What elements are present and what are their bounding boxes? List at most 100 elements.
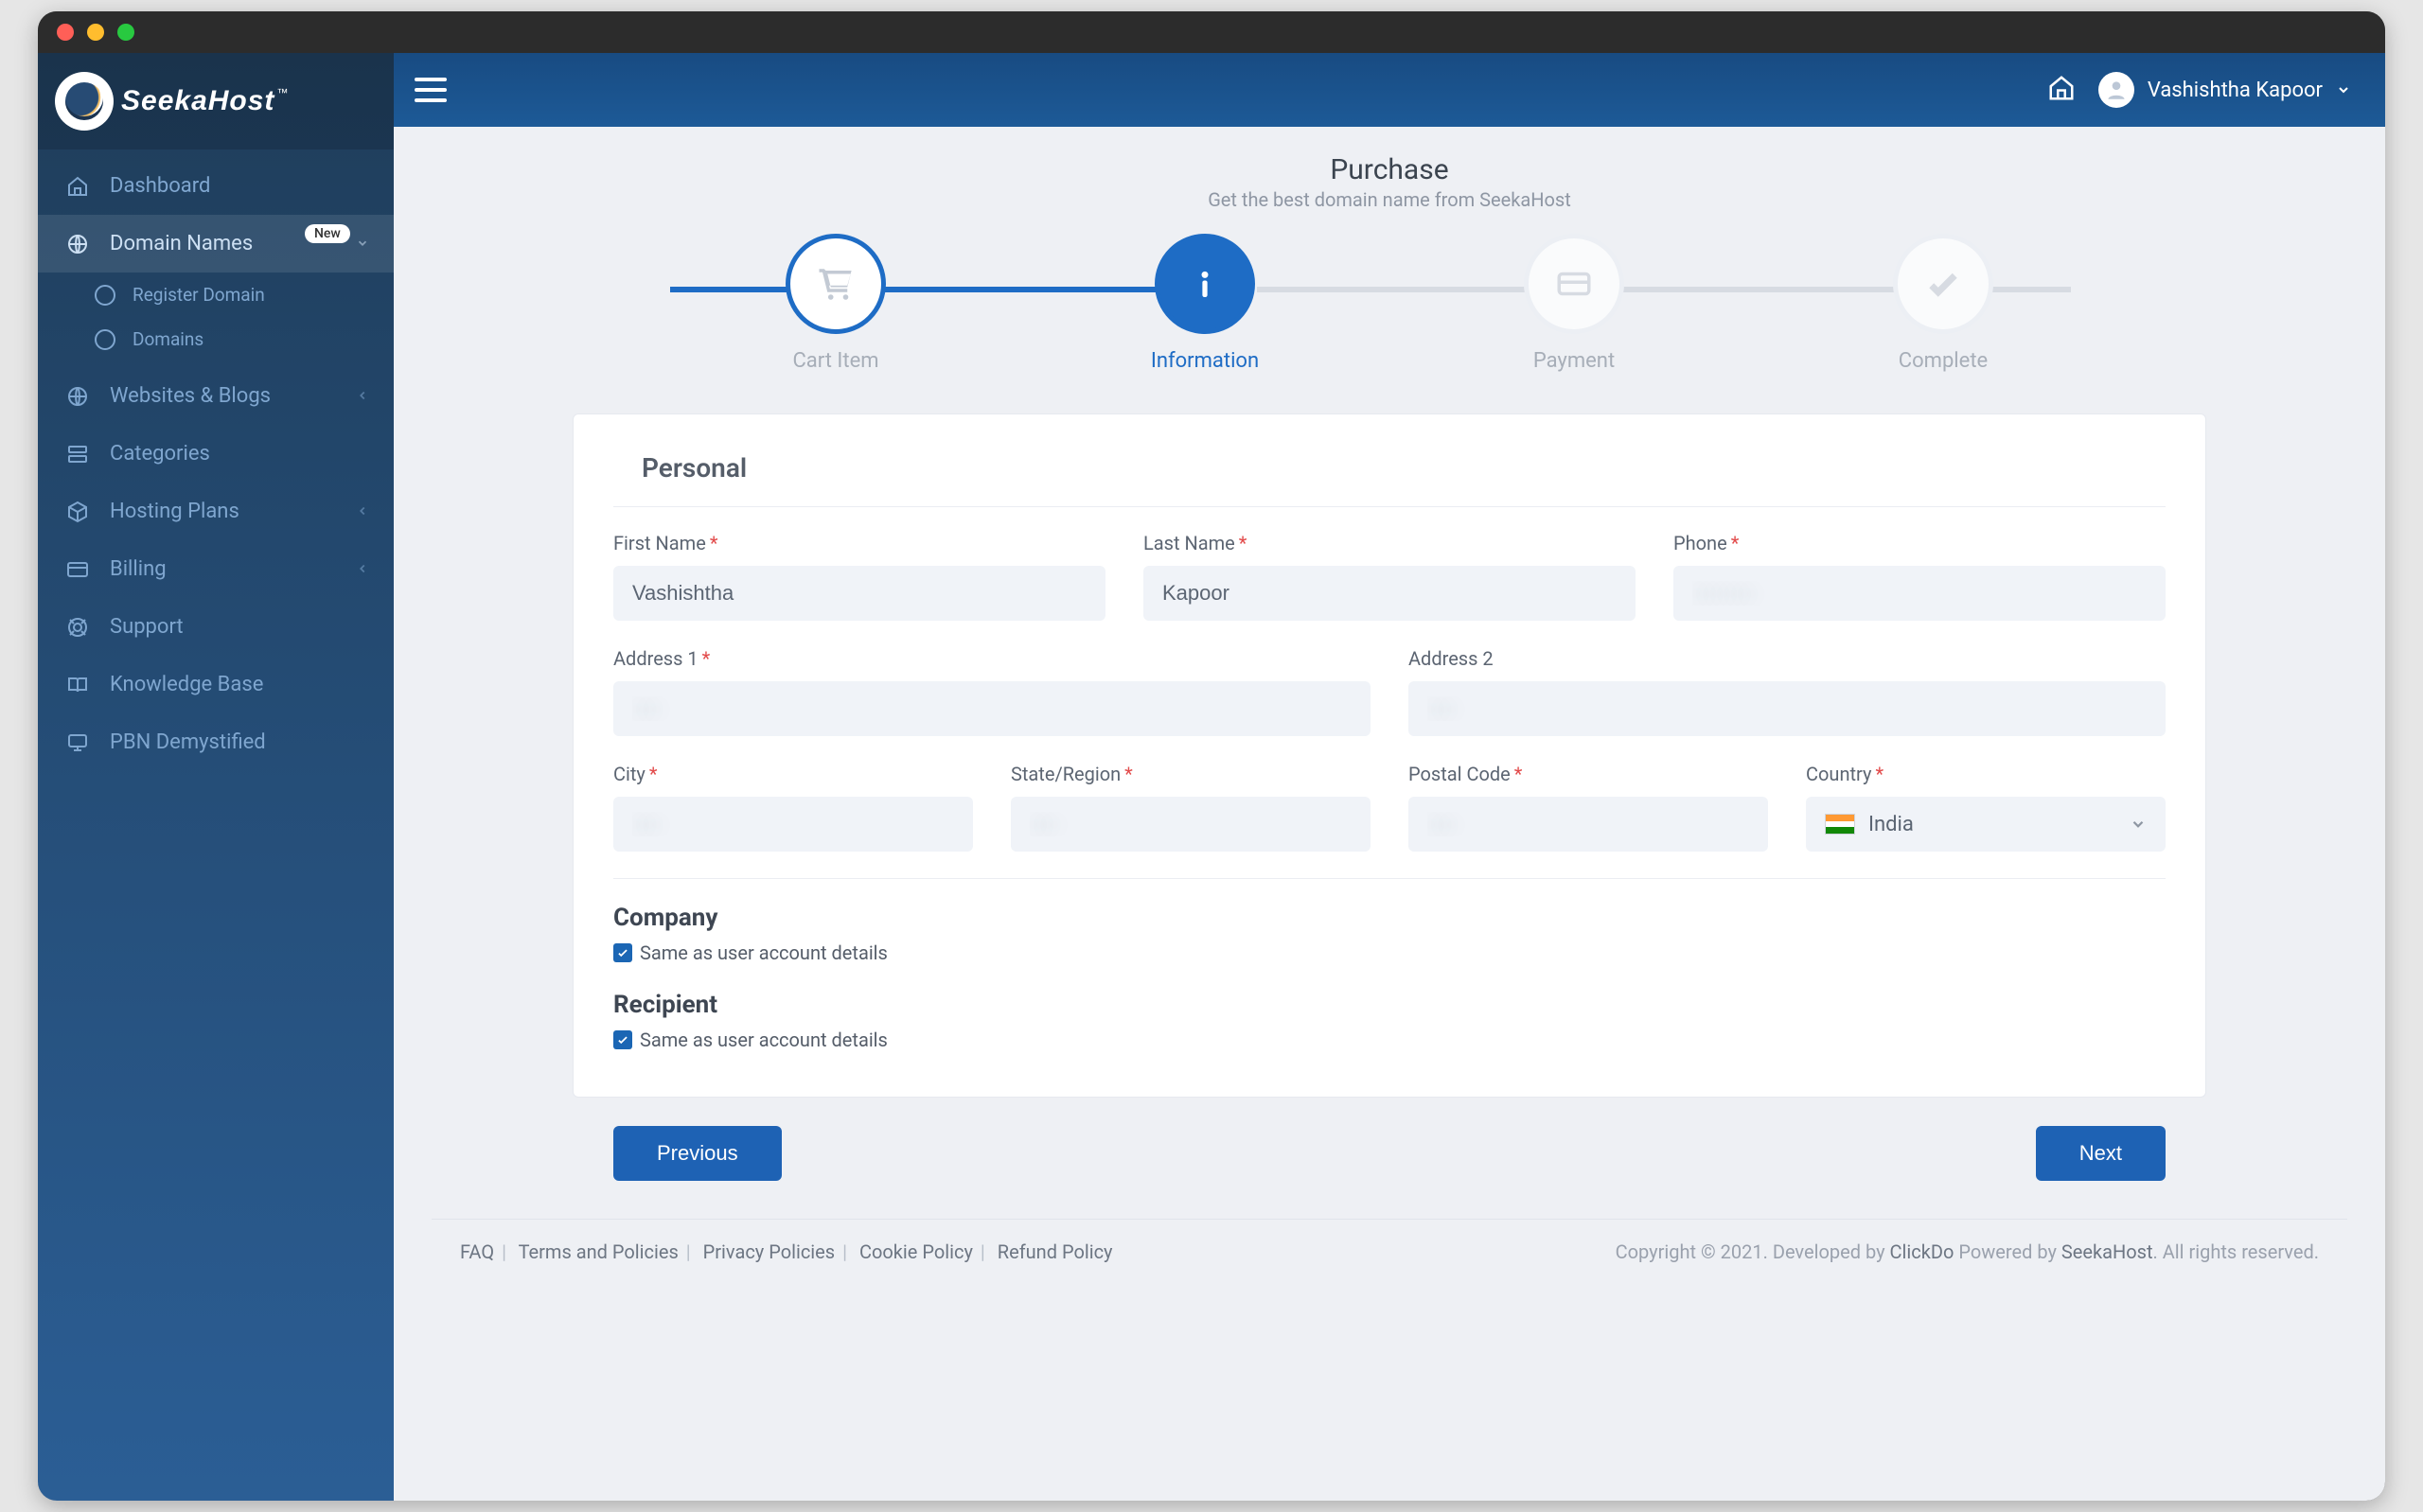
step-label: Payment bbox=[1533, 349, 1615, 373]
bullet-icon bbox=[95, 285, 115, 306]
sidebar-item-label: Domain Names bbox=[110, 232, 253, 255]
phone-input[interactable] bbox=[1673, 566, 2166, 621]
checkbox-checked-icon bbox=[613, 1030, 632, 1049]
next-button[interactable]: Next bbox=[2036, 1126, 2166, 1181]
sidebar-item-dashboard[interactable]: Dashboard bbox=[38, 157, 394, 215]
first-name-input[interactable] bbox=[613, 566, 1105, 621]
card-icon bbox=[66, 558, 89, 581]
field-first-name: First Name* bbox=[613, 532, 1105, 621]
postal-label: Postal Code* bbox=[1408, 763, 1768, 785]
window-close-icon[interactable] bbox=[57, 24, 74, 41]
step-label: Information bbox=[1151, 349, 1259, 373]
country-value: India bbox=[1868, 813, 1914, 836]
sidebar-subgroup-domain: Register Domain Domains bbox=[38, 273, 394, 367]
city-input[interactable] bbox=[613, 797, 973, 852]
list-icon bbox=[66, 443, 89, 466]
sidebar-item-label: Billing bbox=[110, 557, 167, 581]
globe-icon bbox=[66, 385, 89, 408]
divider bbox=[613, 506, 2166, 507]
step-payment[interactable]: Payment bbox=[1389, 234, 1759, 373]
address1-input[interactable] bbox=[613, 681, 1371, 736]
chevron-left-icon bbox=[356, 557, 369, 581]
phone-label: Phone* bbox=[1673, 532, 2166, 554]
window-minimize-icon[interactable] bbox=[87, 24, 104, 41]
country-select[interactable]: India bbox=[1806, 797, 2166, 852]
city-label: City* bbox=[613, 763, 973, 785]
sidebar-nav: Dashboard Domain Names New Register D bbox=[38, 149, 394, 771]
sidebar-item-billing[interactable]: Billing bbox=[38, 540, 394, 598]
sidebar-item-label: Dashboard bbox=[110, 174, 210, 198]
checkbox-checked-icon bbox=[613, 943, 632, 962]
sidebar-item-label: Knowledge Base bbox=[110, 673, 263, 696]
sidebar-item-websites-blogs[interactable]: Websites & Blogs bbox=[38, 367, 394, 425]
brand[interactable]: SeekaHost™ bbox=[38, 53, 394, 149]
footer-link-refund[interactable]: Refund Policy bbox=[998, 1240, 1113, 1263]
section-company-title: Company bbox=[613, 904, 2166, 932]
footer-link-privacy[interactable]: Privacy Policies bbox=[703, 1240, 835, 1263]
field-country: Country* India bbox=[1806, 763, 2166, 852]
window-zoom-icon[interactable] bbox=[117, 24, 134, 41]
sidebar-item-knowledge-base[interactable]: Knowledge Base bbox=[38, 656, 394, 713]
hamburger-toggle[interactable] bbox=[415, 78, 447, 102]
chevron-left-icon bbox=[356, 500, 369, 523]
address2-input[interactable] bbox=[1408, 681, 2166, 736]
sidebar-sub-register-domain[interactable]: Register Domain bbox=[38, 273, 394, 317]
company-same-label: Same as user account details bbox=[640, 941, 888, 964]
card-icon bbox=[1524, 234, 1624, 334]
last-name-label: Last Name* bbox=[1143, 532, 1636, 554]
step-complete[interactable]: Complete bbox=[1759, 234, 2128, 373]
field-state: State/Region* bbox=[1011, 763, 1371, 852]
box-icon bbox=[66, 501, 89, 523]
brand-name: SeekaHost™ bbox=[121, 87, 289, 115]
main: Vashishtha Kapoor Purchase Get the best … bbox=[394, 53, 2385, 1501]
page-title: Purchase bbox=[432, 153, 2347, 186]
postal-input[interactable] bbox=[1408, 797, 1768, 852]
state-label: State/Region* bbox=[1011, 763, 1371, 785]
footer-links: FAQ| Terms and Policies| Privacy Policie… bbox=[460, 1240, 1113, 1263]
sidebar-item-support[interactable]: Support bbox=[38, 598, 394, 656]
first-name-label: First Name* bbox=[613, 532, 1105, 554]
sidebar-item-domain-names[interactable]: Domain Names New bbox=[38, 215, 394, 273]
sidebar-item-pbn-demystified[interactable]: PBN Demystified bbox=[38, 713, 394, 771]
app-window: SeekaHost™ Dashboard Domain Names New bbox=[38, 11, 2385, 1501]
company-same-checkbox-row[interactable]: Same as user account details bbox=[613, 941, 2166, 964]
sidebar-sub-label: Domains bbox=[133, 328, 203, 350]
section-recipient-title: Recipient bbox=[613, 991, 2166, 1019]
step-cart-item[interactable]: Cart Item bbox=[651, 234, 1020, 373]
sidebar-item-hosting-plans[interactable]: Hosting Plans bbox=[38, 483, 394, 540]
monitor-icon bbox=[66, 731, 89, 754]
page-subtitle: Get the best domain name from SeekaHost bbox=[432, 188, 2347, 211]
sidebar-sub-label: Register Domain bbox=[133, 284, 265, 306]
field-last-name: Last Name* bbox=[1143, 532, 1636, 621]
book-icon bbox=[66, 674, 89, 696]
form-card: Personal First Name* Last Name* Phone* bbox=[573, 413, 2206, 1098]
chevron-down-icon bbox=[2130, 816, 2147, 833]
step-label: Cart Item bbox=[792, 349, 878, 373]
footer: FAQ| Terms and Policies| Privacy Policie… bbox=[432, 1219, 2347, 1284]
footer-link-faq[interactable]: FAQ bbox=[460, 1240, 494, 1263]
sidebar-item-label: Websites & Blogs bbox=[110, 384, 271, 408]
last-name-input[interactable] bbox=[1143, 566, 1636, 621]
home-icon[interactable] bbox=[2047, 74, 2076, 106]
footer-link-terms[interactable]: Terms and Policies bbox=[519, 1240, 679, 1263]
user-menu[interactable]: Vashishtha Kapoor bbox=[2098, 72, 2351, 108]
divider bbox=[613, 878, 2166, 879]
sidebar-item-label: Support bbox=[110, 615, 184, 639]
state-input[interactable] bbox=[1011, 797, 1371, 852]
previous-button[interactable]: Previous bbox=[613, 1126, 782, 1181]
globe-icon bbox=[66, 233, 89, 255]
bullet-icon bbox=[95, 329, 115, 350]
sidebar-sub-domains[interactable]: Domains bbox=[38, 317, 394, 361]
sidebar-item-categories[interactable]: Categories bbox=[38, 425, 394, 483]
content-area: Purchase Get the best domain name from S… bbox=[394, 127, 2385, 1501]
field-address2: Address 2 bbox=[1408, 647, 2166, 736]
footer-link-cookie[interactable]: Cookie Policy bbox=[859, 1240, 973, 1263]
sidebar: SeekaHost™ Dashboard Domain Names New bbox=[38, 53, 394, 1501]
lifebuoy-icon bbox=[66, 616, 89, 639]
recipient-same-label: Same as user account details bbox=[640, 1029, 888, 1051]
recipient-same-checkbox-row[interactable]: Same as user account details bbox=[613, 1029, 2166, 1051]
chevron-left-icon bbox=[356, 384, 369, 408]
user-name: Vashishtha Kapoor bbox=[2148, 79, 2323, 102]
topbar: Vashishtha Kapoor bbox=[394, 53, 2385, 127]
step-information[interactable]: Information bbox=[1020, 234, 1389, 373]
